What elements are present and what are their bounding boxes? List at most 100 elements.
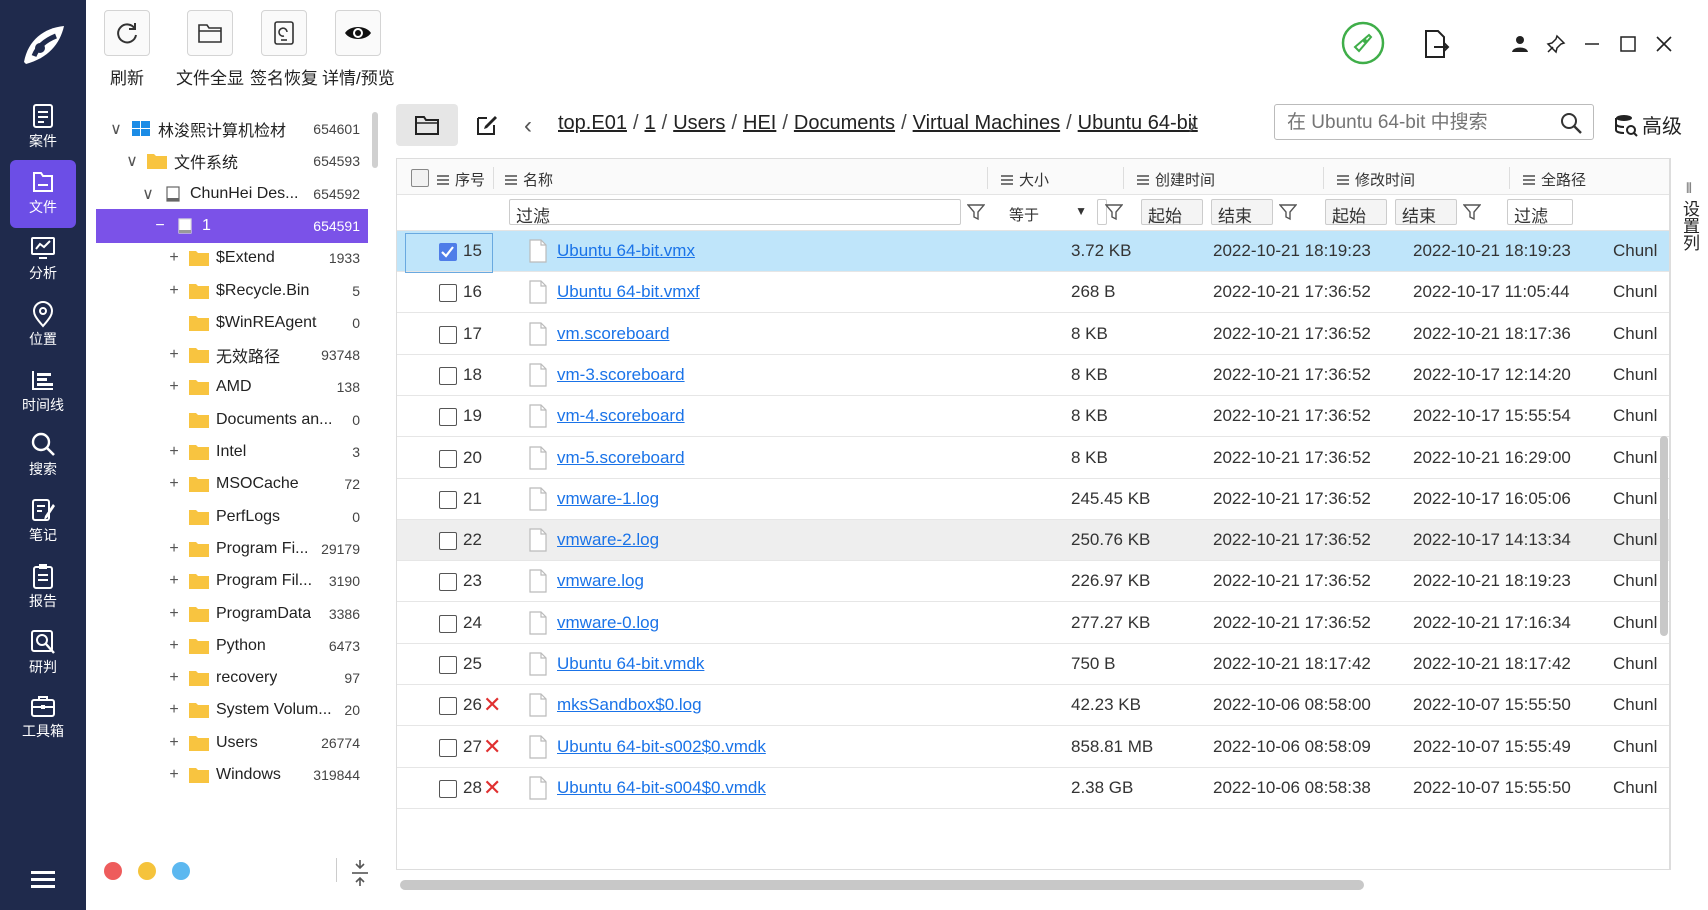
nav-item-analysis[interactable]: 分析 — [10, 226, 76, 294]
filter-icon[interactable] — [967, 203, 985, 221]
tree-toggle-icon[interactable]: ∨ — [140, 184, 156, 204]
column-no[interactable]: 序号 — [437, 169, 485, 190]
search-icon[interactable] — [1559, 111, 1583, 135]
table-row[interactable]: 27 ✕ Ubuntu 64-bit-s002$0.vmdk 858.81 MB 202… — [397, 727, 1669, 768]
row-checkbox[interactable] — [439, 697, 457, 716]
tree-toggle-icon[interactable]: + — [166, 346, 182, 364]
created-end-input[interactable]: 结束 — [1211, 199, 1273, 226]
breadcrumb-item[interactable]: 1 — [645, 112, 656, 134]
nav-item-toolbox[interactable]: 工具箱 — [10, 684, 76, 752]
tree-item[interactable]: $WinREAgent 0 — [96, 306, 368, 340]
file-name-link[interactable]: vmware-0.log — [557, 613, 659, 633]
modified-end-input[interactable]: 结束 — [1395, 199, 1457, 226]
column-name[interactable]: 名称 — [505, 169, 553, 190]
column-fullpath[interactable]: 全路径 — [1523, 169, 1586, 190]
tree-toggle-icon[interactable]: + — [166, 443, 182, 461]
filter-icon[interactable] — [1105, 203, 1123, 221]
tree-scrollbar[interactable] — [372, 112, 378, 168]
tree-toggle-icon[interactable]: + — [166, 378, 182, 396]
file-name-link[interactable]: vm-3.scoreboard — [557, 365, 685, 385]
breadcrumb-item[interactable]: HEI — [743, 112, 776, 134]
file-name-link[interactable]: vmware.log — [557, 571, 644, 591]
tree-item[interactable]: + Users 26774 — [96, 726, 368, 760]
row-checkbox[interactable] — [439, 366, 457, 385]
file-name-link[interactable]: mksSandbox$0.log — [557, 695, 702, 715]
table-row[interactable]: 19 vm-4.scoreboard 8 KB 2022-10-21 17:36:52… — [397, 396, 1669, 438]
user-button[interactable] — [1500, 24, 1540, 64]
row-checkbox[interactable] — [439, 490, 457, 509]
tree-item[interactable]: ∨ 文件系统 654593 — [96, 144, 368, 178]
table-row[interactable]: 15 Ubuntu 64-bit.vmx 3.72 KB 2022-10-21 18:… — [397, 231, 1669, 273]
row-checkbox[interactable] — [439, 449, 457, 468]
advanced-search-button[interactable]: 高级 — [1614, 110, 1682, 139]
select-all-checkbox[interactable] — [411, 169, 429, 187]
tree-item[interactable]: PerfLogs 0 — [96, 500, 368, 534]
tree-item[interactable]: − 1 654591 — [96, 208, 368, 243]
tree-item[interactable]: + AMD 138 — [96, 370, 368, 404]
tree-toggle-icon[interactable]: + — [166, 475, 182, 493]
pin-button[interactable] — [1536, 24, 1576, 64]
back-arrow-icon[interactable]: ‹ — [524, 112, 532, 140]
tree-item[interactable]: ∨ 林浚熙计算机检材 654601 — [96, 112, 368, 146]
tree-toggle-icon[interactable]: + — [166, 605, 182, 623]
horizontal-scrollbar[interactable] — [400, 880, 1364, 890]
status-dot[interactable] — [172, 862, 190, 880]
file-name-link[interactable]: Ubuntu 64-bit-s002$0.vmdk — [557, 737, 766, 757]
column-created[interactable]: 创建时间 — [1137, 169, 1215, 190]
table-row[interactable]: 20 vm-5.scoreboard 8 KB 2022-10-21 17:36:52… — [397, 438, 1669, 479]
close-button[interactable] — [1644, 24, 1684, 64]
nav-item-search[interactable]: 搜索 — [10, 422, 76, 490]
tree-toggle-icon[interactable]: + — [166, 637, 182, 655]
column-separator[interactable] — [1323, 167, 1324, 189]
row-checkbox[interactable] — [439, 325, 457, 344]
file-name-link[interactable]: vm-4.scoreboard — [557, 406, 685, 426]
rocket-status-button[interactable] — [1340, 20, 1386, 66]
tree-item[interactable]: + System Volum... 20 — [96, 693, 368, 727]
row-checkbox[interactable] — [439, 408, 457, 427]
tree-item[interactable]: + Windows 319844 — [96, 758, 368, 792]
nav-item-file[interactable]: 文件 — [10, 160, 76, 228]
table-row[interactable]: 21 vmware-1.log 245.45 KB 2022-10-21 17:36:… — [397, 479, 1669, 520]
file-name-link[interactable]: vm.scoreboard — [557, 324, 669, 344]
modified-start-input[interactable]: 起始 — [1325, 199, 1387, 226]
file-name-link[interactable]: Ubuntu 64-bit.vmxf — [557, 282, 700, 302]
column-size[interactable]: 大小 — [1001, 169, 1049, 190]
row-checkbox[interactable] — [439, 284, 457, 303]
row-checkbox[interactable] — [439, 656, 457, 674]
nav-item-case[interactable]: 案件 — [10, 94, 76, 162]
file-name-link[interactable]: vmware-2.log — [557, 530, 659, 550]
tree-item[interactable]: + Python 6473 — [96, 629, 368, 663]
breadcrumb-item[interactable]: Users — [673, 112, 725, 134]
edit-path-button[interactable] — [466, 104, 508, 146]
table-row[interactable]: 23 vmware.log 226.97 KB 2022-10-21 17:36:52… — [397, 561, 1669, 603]
maximize-button[interactable] — [1608, 24, 1648, 64]
size-operator-select[interactable]: 等于 ▼ — [1003, 199, 1093, 225]
filter-icon[interactable] — [1279, 203, 1297, 221]
column-modified[interactable]: 修改时间 — [1337, 169, 1415, 190]
file-name-link[interactable]: Ubuntu 64-bit.vmx — [557, 241, 695, 261]
column-settings-button[interactable]: ⦀ 设置列 — [1672, 176, 1706, 296]
folder-view-button[interactable] — [396, 104, 458, 146]
tree-item[interactable]: + MSOCache 72 — [96, 467, 368, 501]
forward-arrow-icon[interactable]: › — [1188, 112, 1196, 140]
tree-item[interactable]: + Program Fil... 3190 — [96, 564, 368, 598]
breadcrumb-item[interactable]: Virtual Machines — [913, 112, 1060, 134]
column-separator[interactable] — [1509, 167, 1510, 189]
row-checkbox[interactable] — [439, 243, 457, 261]
tree-toggle-icon[interactable]: − — [152, 217, 168, 235]
tree-item[interactable]: + 无效路径 93748 — [96, 338, 368, 372]
filter-icon[interactable] — [1463, 203, 1481, 221]
column-separator[interactable] — [987, 167, 988, 189]
row-checkbox[interactable] — [439, 779, 457, 798]
vertical-scrollbar[interactable] — [1660, 436, 1668, 636]
nav-item-timeline[interactable]: 时间线 — [10, 358, 76, 426]
status-dot[interactable] — [138, 862, 156, 880]
table-row[interactable]: 25 Ubuntu 64-bit.vmdk 750 B 2022-10-21 18:1… — [397, 644, 1669, 685]
tree-item[interactable]: + recovery 97 — [96, 661, 368, 695]
row-checkbox[interactable] — [439, 738, 457, 757]
tree-toggle-icon[interactable]: + — [166, 701, 182, 719]
tree-toggle-icon[interactable]: + — [166, 540, 182, 558]
nav-item-location[interactable]: 位置 — [10, 292, 76, 360]
tree-item[interactable]: + $Extend 1933 — [96, 241, 368, 275]
file-name-link[interactable]: vmware-1.log — [557, 489, 659, 509]
